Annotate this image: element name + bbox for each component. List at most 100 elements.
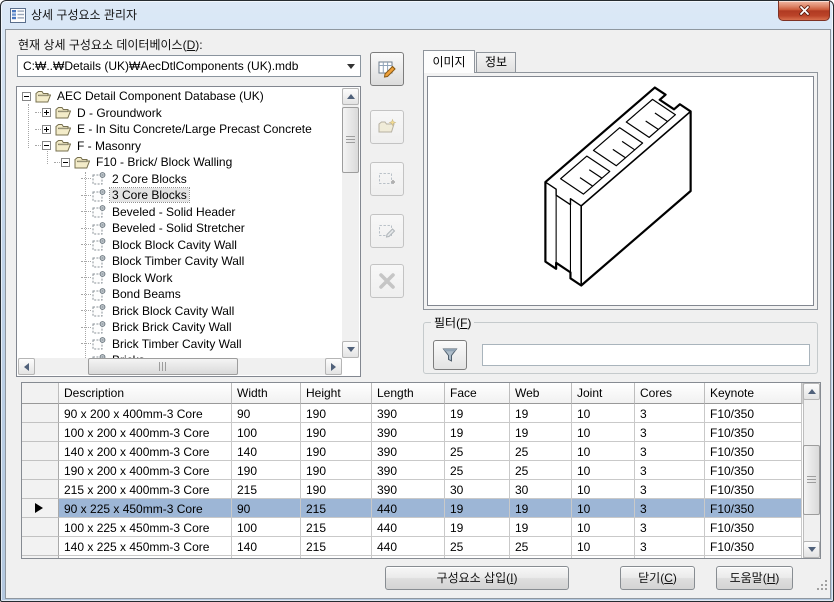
database-combobox[interactable]: C:₩..₩Details (UK)₩AecDtlComponents (UK)… bbox=[17, 55, 361, 77]
table-cell[interactable]: 30 bbox=[510, 480, 572, 499]
table-cell[interactable]: 190 bbox=[301, 404, 372, 423]
combo-dropdown-icon[interactable] bbox=[342, 56, 360, 76]
tree-item[interactable]: F - Masonry bbox=[18, 138, 342, 155]
tab-image[interactable]: 이미지 bbox=[423, 50, 475, 73]
tree-item[interactable]: Beveled - Solid Stretcher bbox=[18, 220, 342, 237]
expand-icon[interactable] bbox=[42, 124, 51, 134]
table-cell[interactable]: 3 bbox=[635, 537, 705, 556]
tree-item[interactable]: Block Timber Cavity Wall bbox=[18, 253, 342, 270]
table-cell[interactable]: F10/350 bbox=[705, 461, 802, 480]
table-cell[interactable]: 19 bbox=[510, 518, 572, 537]
table-cell[interactable]: 10 bbox=[572, 556, 635, 558]
table-cell[interactable]: 215 bbox=[301, 537, 372, 556]
table-cell[interactable]: 3 bbox=[635, 556, 705, 558]
scroll-right-icon[interactable] bbox=[325, 358, 342, 375]
table-vscroll-thumb[interactable] bbox=[803, 445, 820, 515]
table-cell[interactable]: 100 x 225 x 450mm-3 Core bbox=[59, 518, 232, 537]
collapse-icon[interactable] bbox=[22, 91, 31, 101]
tree-item[interactable]: D - Groundwork bbox=[18, 105, 342, 122]
table-cell[interactable]: 19 bbox=[445, 404, 510, 423]
insert-component-button[interactable]: 구성요소 삽입(I) bbox=[385, 566, 569, 590]
filter-input[interactable] bbox=[482, 344, 810, 366]
tree-item[interactable]: AEC Detail Component Database (UK) bbox=[18, 88, 342, 105]
table-cell[interactable]: 3 bbox=[635, 404, 705, 423]
row-selector[interactable] bbox=[22, 499, 59, 518]
row-selector[interactable] bbox=[22, 442, 59, 461]
row-selector[interactable] bbox=[22, 556, 59, 558]
column-header[interactable]: Width bbox=[232, 383, 301, 404]
row-selector[interactable] bbox=[22, 461, 59, 480]
table-cell[interactable]: 215 bbox=[301, 499, 372, 518]
table-cell[interactable]: 390 bbox=[372, 404, 445, 423]
table-cell[interactable]: 19 bbox=[510, 404, 572, 423]
components-table[interactable]: Description Width Height Length Face Web Joint… bbox=[21, 382, 821, 559]
table-cell[interactable]: 30 bbox=[445, 480, 510, 499]
table-cell[interactable]: 390 bbox=[372, 423, 445, 442]
table-cell[interactable]: 190 x 200 x 400mm-3 Core bbox=[59, 461, 232, 480]
help-button[interactable]: 도움말(H) bbox=[716, 566, 793, 590]
column-header[interactable]: Keynote bbox=[705, 383, 802, 404]
table-cell[interactable]: 25 bbox=[510, 537, 572, 556]
table-cell[interactable]: 100 bbox=[232, 518, 301, 537]
resize-grip-icon[interactable] bbox=[817, 578, 828, 596]
tree-item[interactable]: Brick Timber Cavity Wall bbox=[18, 336, 342, 353]
tree-vscroll-thumb[interactable] bbox=[342, 107, 359, 173]
column-header[interactable]: Joint bbox=[572, 383, 635, 404]
tree-horizontal-scrollbar[interactable] bbox=[18, 358, 342, 375]
component-tree[interactable]: AEC Detail Component Database (UK) D - Gr… bbox=[16, 86, 361, 377]
column-header[interactable]: Height bbox=[301, 383, 372, 404]
tree-vertical-scrollbar[interactable] bbox=[342, 88, 359, 358]
table-cell[interactable]: 19 bbox=[445, 423, 510, 442]
table-cell[interactable]: 440 bbox=[372, 537, 445, 556]
tree-item[interactable]: Block Work bbox=[18, 270, 342, 287]
table-cell[interactable]: 190 bbox=[232, 461, 301, 480]
table-cell[interactable]: 3 bbox=[635, 442, 705, 461]
table-cell[interactable]: 25 bbox=[445, 442, 510, 461]
table-cell[interactable]: 140 x 225 x 450mm-3 Core bbox=[59, 537, 232, 556]
collapse-icon[interactable] bbox=[42, 141, 51, 151]
tab-info[interactable]: 정보 bbox=[476, 52, 516, 73]
table-cell[interactable]: 10 bbox=[572, 537, 635, 556]
tree-item[interactable]: E - In Situ Concrete/Large Precast Concr… bbox=[18, 121, 342, 138]
table-row[interactable]: 100 x 225 x 450mm-3 Core 100 215 440 19 19 10 3… bbox=[22, 518, 803, 537]
table-cell[interactable]: F10/350 bbox=[705, 518, 802, 537]
tree-item[interactable]: Brick Brick Cavity Wall bbox=[18, 319, 342, 336]
table-cell[interactable]: 25 bbox=[510, 556, 572, 558]
table-cell[interactable]: 190 x 225 x 450mm-3 Core bbox=[59, 556, 232, 558]
table-cell[interactable]: 25 bbox=[510, 442, 572, 461]
row-selector[interactable] bbox=[22, 518, 59, 537]
row-selector[interactable] bbox=[22, 480, 59, 499]
tree-item[interactable]: Bond Beams bbox=[18, 286, 342, 303]
tree-hscroll-thumb[interactable] bbox=[88, 358, 238, 375]
table-cell[interactable]: 190 bbox=[232, 556, 301, 558]
table-cell[interactable]: 10 bbox=[572, 461, 635, 480]
table-cell[interactable]: 215 bbox=[301, 518, 372, 537]
table-row[interactable]: 90 x 200 x 400mm-3 Core 90 190 390 19 19 10 3 F1… bbox=[22, 404, 803, 423]
table-cell[interactable]: 3 bbox=[635, 499, 705, 518]
column-header[interactable]: Description bbox=[59, 383, 232, 404]
scroll-up-icon[interactable] bbox=[803, 383, 820, 400]
table-cell[interactable]: 440 bbox=[372, 518, 445, 537]
row-selector[interactable] bbox=[22, 404, 59, 423]
table-row[interactable]: 190 x 200 x 400mm-3 Core 190 190 390 25 25 10 3… bbox=[22, 461, 803, 480]
table-cell[interactable]: 10 bbox=[572, 499, 635, 518]
table-cell[interactable]: 390 bbox=[372, 480, 445, 499]
column-header[interactable]: Face bbox=[445, 383, 510, 404]
expand-icon[interactable] bbox=[42, 108, 51, 118]
table-row[interactable]: 215 x 200 x 400mm-3 Core 215 190 390 30 30 10 3… bbox=[22, 480, 803, 499]
table-row[interactable]: 100 x 200 x 400mm-3 Core 100 190 390 19 19 10 3… bbox=[22, 423, 803, 442]
tree-item[interactable]: 2 Core Blocks bbox=[18, 171, 342, 188]
table-cell[interactable]: 140 bbox=[232, 537, 301, 556]
table-cell[interactable]: 190 bbox=[301, 461, 372, 480]
table-cell[interactable]: 25 bbox=[445, 461, 510, 480]
table-cell[interactable]: F10/350 bbox=[705, 556, 802, 558]
scroll-left-icon[interactable] bbox=[18, 358, 35, 375]
table-cell[interactable]: 90 x 200 x 400mm-3 Core bbox=[59, 404, 232, 423]
column-header[interactable]: Length bbox=[372, 383, 445, 404]
table-cell[interactable]: 3 bbox=[635, 423, 705, 442]
column-header[interactable]: Web bbox=[510, 383, 572, 404]
close-button[interactable] bbox=[778, 1, 830, 21]
table-row[interactable]: 90 x 225 x 450mm-3 Core 90 215 440 19 19 10 3 F1… bbox=[22, 499, 803, 518]
tree-item[interactable]: Block Block Cavity Wall bbox=[18, 237, 342, 254]
filter-button[interactable] bbox=[433, 340, 467, 370]
